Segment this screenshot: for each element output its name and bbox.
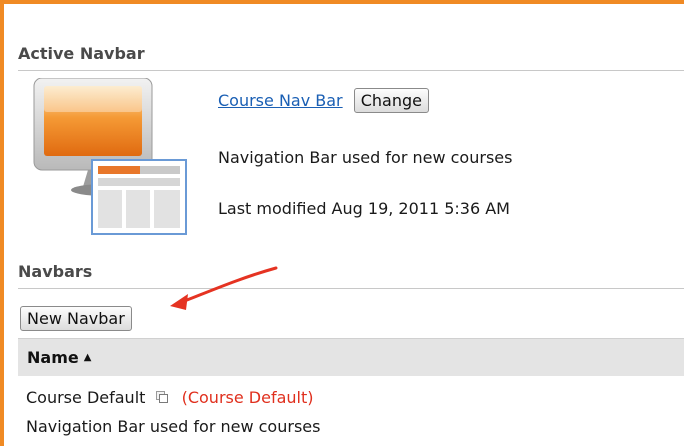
monitor-navbar-icon <box>33 78 187 235</box>
divider <box>18 70 684 71</box>
table-row: Course Default (Course Default) <box>26 388 313 407</box>
table-header-name[interactable]: Name ▲ <box>18 338 684 376</box>
change-button[interactable]: Change <box>353 88 429 113</box>
course-default-tag: (Course Default) <box>181 388 314 407</box>
sort-ascending-icon: ▲ <box>83 352 92 363</box>
last-modified: Last modified Aug 19, 2011 5:36 AM <box>218 199 510 218</box>
divider <box>18 288 684 289</box>
navbar-link[interactable]: Course Nav Bar <box>218 91 343 110</box>
active-navbar-heading: Active Navbar <box>18 44 145 63</box>
active-navbar-row: Course Nav Bar Change <box>218 88 429 113</box>
navbar-description: Navigation Bar used for new courses <box>218 148 513 167</box>
navbars-heading: Navbars <box>18 262 93 281</box>
copy-icon[interactable] <box>155 390 169 404</box>
header-name-label: Name <box>27 348 79 367</box>
new-navbar-button[interactable]: New Navbar <box>20 306 132 331</box>
annotation-arrow-icon <box>170 266 278 310</box>
row-description: Navigation Bar used for new courses <box>26 417 321 436</box>
row-name[interactable]: Course Default <box>26 388 145 407</box>
